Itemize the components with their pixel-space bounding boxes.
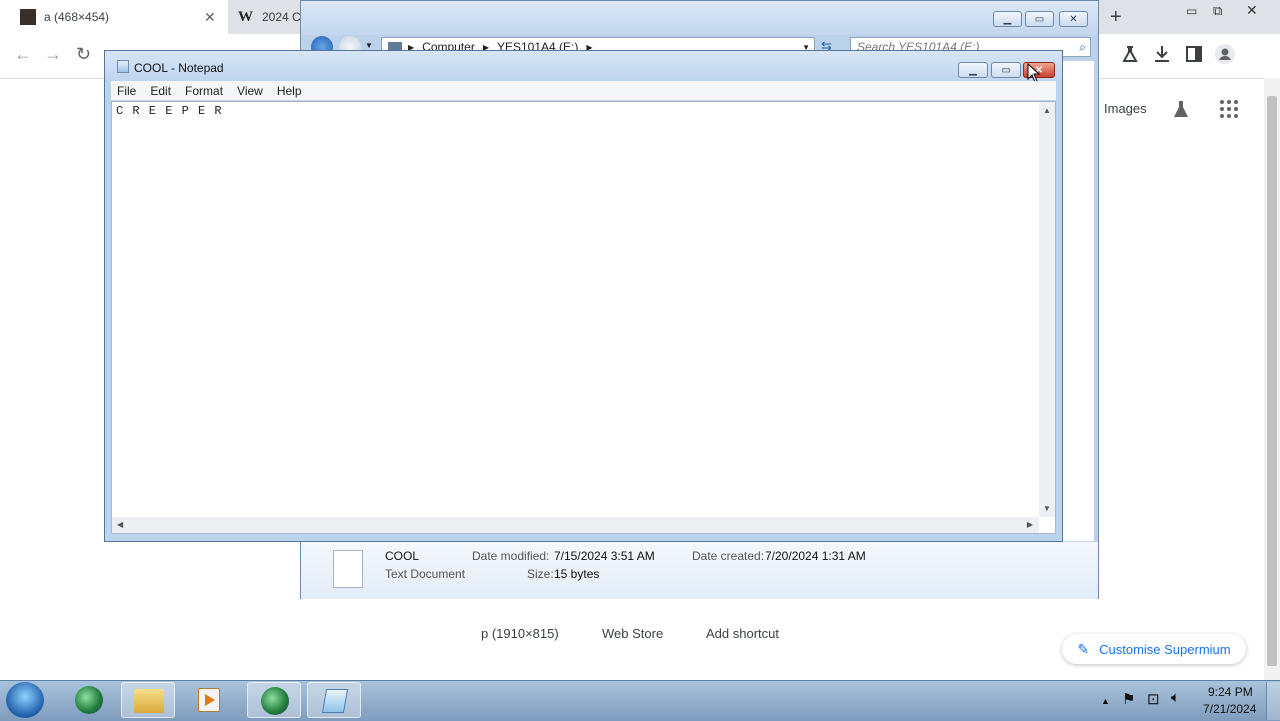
browser-tab-title: a (468×454) [44,10,110,24]
explorer-titlebar[interactable] [301,1,1098,35]
notepad-minimize-button[interactable]: ▁ [958,62,988,78]
explorer-close-button[interactable]: ✕ [1059,11,1088,27]
minimize-icon[interactable]: ▭ [1186,4,1197,18]
action-center-flag-icon[interactable]: ⚑ [1122,690,1135,708]
date-created-label: Date created: [692,549,765,563]
back-arrow-icon[interactable]: ← [14,44,32,65]
volume-icon[interactable]: 🔈︎ [1171,689,1180,706]
notepad-icon [117,60,129,73]
date-modified-label: Date modified: [472,549,550,563]
menu-edit[interactable]: Edit [150,84,171,98]
image-favicon-icon [20,9,36,25]
show-desktop-button[interactable] [1266,682,1280,720]
new-tab-button[interactable]: + [1110,6,1122,29]
shortcut-label[interactable]: p (1910×815) [481,626,559,641]
scroll-down-icon[interactable]: ▼ [1043,504,1051,513]
pencil-icon: ✎ [1077,640,1090,657]
profile-avatar-icon[interactable] [1215,44,1235,64]
scrollbar-thumb[interactable] [1267,96,1277,666]
images-link[interactable]: Images [1104,101,1147,116]
menu-file[interactable]: File [117,84,136,98]
taskbar-notepad[interactable] [307,682,361,718]
taskbar-browser-2[interactable] [247,682,301,718]
menu-format[interactable]: Format [185,84,223,98]
scroll-right-icon[interactable]: ▶ [1027,520,1033,529]
taskbar-browser[interactable] [62,682,116,718]
browser-tab[interactable]: W 2024 C [228,0,308,34]
shortcut-label[interactable]: Web Store [602,626,663,641]
vertical-scrollbar[interactable]: ▲ ▼ [1039,102,1055,517]
globe-browser-icon [261,687,289,715]
wikipedia-icon: W [238,9,253,25]
explorer-minimize-button[interactable]: ▁ [993,11,1022,27]
size-label: Size: [527,567,554,581]
file-name: COOL [385,549,420,563]
notepad-text-area[interactable]: C R E E P E R ▲ ▼ ◀ ▶ [111,101,1056,534]
search-icon[interactable]: ⌕ [1079,40,1086,55]
file-type: Text Document [385,567,466,581]
globe-browser-icon [75,686,103,714]
taskbar-explorer[interactable] [121,682,175,718]
forward-arrow-icon[interactable]: → [44,44,62,65]
explorer-maximize-button[interactable]: ▭ [1025,11,1054,27]
clock-time[interactable]: 9:24 PM [1208,685,1253,699]
apps-grid-icon[interactable] [1219,99,1239,119]
customise-button[interactable]: ✎ Customise Supermium [1062,634,1246,664]
close-window-icon[interactable]: ✕ [1246,2,1258,19]
customise-label: Customise Supermium [1099,641,1231,657]
experiment-icon[interactable] [1120,44,1140,64]
scroll-left-icon[interactable]: ◀ [117,520,123,529]
browser-tab-active[interactable]: a (468×454) ✕ [0,0,228,34]
reload-icon[interactable]: ↻ [76,44,91,65]
media-player-icon [198,688,220,712]
date-created-value: 7/20/2024 1:31 AM [765,549,866,563]
menu-view[interactable]: View [237,84,263,98]
notepad-titlebar[interactable]: COOL - Notepad [105,51,1062,81]
document-text[interactable]: C R E E P E R [116,104,223,118]
scroll-up-icon[interactable]: ▲ [1043,106,1051,115]
clock-date[interactable]: 7/21/2024 [1203,702,1256,716]
notepad-maximize-button[interactable]: ▭ [991,62,1021,78]
menu-help[interactable]: Help [277,84,302,98]
notepad-icon [321,689,349,713]
folder-icon [134,689,164,713]
taskbar-media-player[interactable] [182,682,236,718]
size-value: 15 bytes [554,567,600,581]
download-icon[interactable] [1152,44,1172,64]
network-icon[interactable]: ⊡ [1147,690,1160,708]
restore-icon[interactable]: ⧉ [1213,3,1222,19]
notepad-menubar: File Edit Format View Help [111,81,1056,100]
date-modified-value: 7/15/2024 3:51 AM [554,549,655,563]
page-scrollbar[interactable] [1264,78,1280,680]
recent-pages-icon[interactable]: ▼ [365,41,373,50]
text-document-icon [333,550,363,588]
show-hidden-icons[interactable]: ▲ [1101,696,1110,706]
browser-tab-title: 2024 C [262,10,301,24]
shortcut-label[interactable]: Add shortcut [706,626,779,641]
notepad-window: COOL - Notepad ▁ ▭ ✕ File Edit Format Vi… [104,50,1063,542]
side-panel-icon[interactable] [1184,44,1204,64]
details-pane: COOL Text Document Date modified: 7/15/2… [301,541,1098,599]
horizontal-scrollbar[interactable]: ◀ ▶ [112,517,1039,533]
labs-icon[interactable] [1171,99,1191,119]
notepad-title: COOL - Notepad [134,61,224,75]
close-tab-icon[interactable]: ✕ [204,9,216,26]
mouse-cursor-icon [1027,62,1041,83]
start-button[interactable] [6,682,44,718]
